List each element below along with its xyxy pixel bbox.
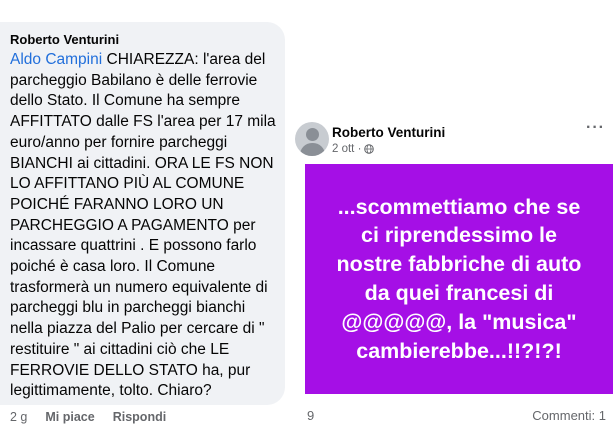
reply-button[interactable]: Rispondi [113, 410, 166, 424]
comment-mention[interactable]: Aldo Campini [10, 51, 102, 68]
comment-actions: 2 g Mi piace Rispondi [10, 410, 166, 424]
comment-author[interactable]: Roberto Venturini [10, 32, 119, 47]
post-author[interactable]: Roberto Venturini [332, 125, 445, 140]
avatar[interactable] [295, 122, 329, 156]
comments-count[interactable]: Commenti: 1 [532, 408, 606, 423]
post-card: Roberto Venturini 2 ott · ··· ...scommet… [295, 113, 613, 437]
reactions-count[interactable]: 9 [307, 408, 314, 423]
banner-text: ...scommettiamo che se ci riprendessimo … [336, 194, 582, 363]
comment-bubble: Roberto Venturini Aldo Campini CHIAREZZA… [0, 22, 285, 405]
globe-icon [364, 144, 375, 154]
post-banner: ...scommettiamo che se ci riprendessimo … [305, 164, 613, 394]
comment-text: Aldo Campini CHIAREZZA: l'area del parch… [10, 50, 280, 402]
comment-body: CHIAREZZA: l'area del parcheggio Babilan… [10, 51, 276, 400]
more-options-icon[interactable]: ··· [586, 119, 605, 137]
comment-time[interactable]: 2 g [10, 410, 27, 424]
like-button[interactable]: Mi piace [45, 410, 94, 424]
post-meta: 2 ott · [332, 143, 375, 155]
post-time[interactable]: 2 ott · [332, 143, 361, 155]
